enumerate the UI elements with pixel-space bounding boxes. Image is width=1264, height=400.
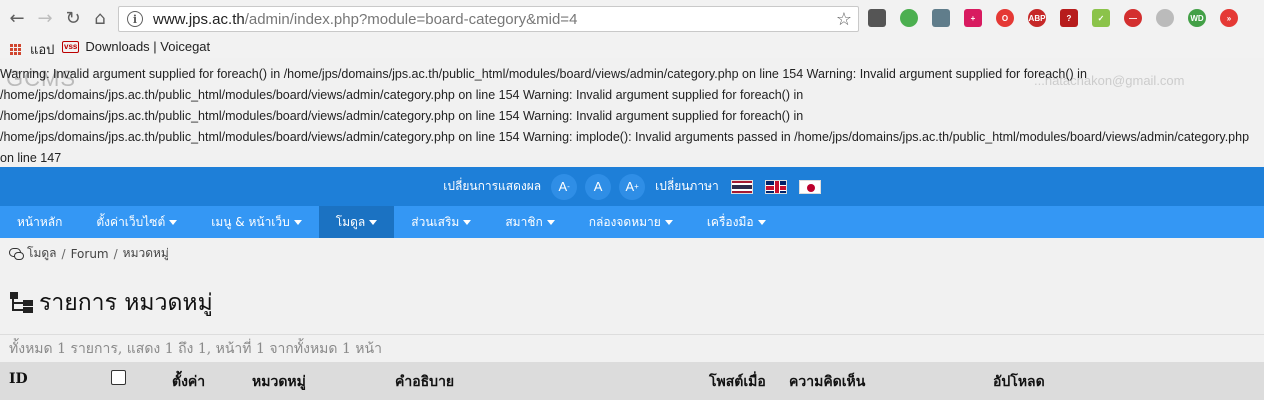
- privacy-shield-icon[interactable]: ?: [1060, 9, 1078, 27]
- info-icon[interactable]: i: [127, 11, 143, 27]
- back-arrow-icon[interactable]: ←: [6, 8, 28, 30]
- font-smaller-button[interactable]: A-: [551, 173, 578, 200]
- caret-down-icon: [293, 219, 302, 225]
- forward-extension-icon[interactable]: »: [1220, 9, 1238, 27]
- home-icon[interactable]: ⌂: [89, 8, 111, 30]
- url-path: /admin/index.php?module=board-category&m…: [244, 10, 578, 28]
- caret-down-icon: [169, 219, 178, 225]
- browser-toolbar: ← → ↻ ⌂ i www.jps.ac.th/admin/index.php?…: [0, 0, 1264, 38]
- font-larger-button[interactable]: A +: [619, 173, 646, 200]
- reload-icon[interactable]: ↻: [62, 8, 84, 30]
- apps-grid-icon: [10, 43, 22, 56]
- breadcrumb: โมดูล / Forum / หมวดหมู่: [9, 244, 169, 263]
- japan-flag-icon[interactable]: [798, 179, 821, 194]
- menu-item-site-settings[interactable]: ตั้งค่าเว็บไซต์: [79, 206, 194, 238]
- menu-item-tools[interactable]: เครื่องมือ: [690, 206, 783, 238]
- font-normal-button[interactable]: A: [585, 173, 612, 200]
- php-warning: Warning: Invalid argument supplied for f…: [0, 67, 1250, 165]
- table-summary: ทั้งหมด 1 รายการ, แสดง 1 ถึง 1, หน้าที่ …: [0, 334, 1264, 363]
- address-bar[interactable]: i www.jps.ac.th/admin/index.php?module=b…: [118, 6, 859, 32]
- bookmark-apps[interactable]: แอป: [10, 39, 54, 60]
- bug-extension-icon[interactable]: [868, 9, 886, 27]
- menu-item-members[interactable]: สมาชิก: [488, 206, 571, 238]
- bookmark-star-icon[interactable]: ☆: [836, 9, 852, 30]
- breadcrumb-item-forum[interactable]: Forum: [71, 247, 109, 261]
- check-shield-icon[interactable]: ✓: [1092, 9, 1110, 27]
- url-text[interactable]: www.jps.ac.th/admin/index.php?module=boa…: [153, 11, 577, 28]
- wd-extension-icon[interactable]: WD: [1188, 9, 1206, 27]
- page-title: รายการ หมวดหมู่: [9, 285, 213, 321]
- column-upload[interactable]: อัปโหลด: [993, 371, 1045, 393]
- bookmark-label: Downloads | Voicegat: [85, 39, 211, 54]
- breadcrumb-item-category: หมวดหมู่: [122, 246, 169, 260]
- sitemap-icon: [10, 292, 33, 313]
- caret-down-icon: [546, 219, 555, 225]
- display-settings-bar: เปลี่ยนการแสดงผล A- A A + เปลี่ยนภาษา: [0, 167, 1264, 206]
- stop-sign-icon[interactable]: —: [1124, 9, 1142, 27]
- forum-icon: [9, 247, 24, 260]
- column-id[interactable]: ID: [9, 371, 28, 387]
- bookmarks-bar: แอป vss Downloads | Voicegat: [0, 38, 1264, 58]
- caret-down-icon: [369, 219, 378, 225]
- table-header: ID ตั้งค่า หมวดหมู่ คำอธิบาย โพสต์เมื่อ …: [0, 362, 1264, 400]
- thai-flag-icon[interactable]: [730, 179, 753, 194]
- menu-item-menus-pages[interactable]: เมนู & หน้าเว็บ: [194, 206, 319, 238]
- vss-icon: vss: [62, 40, 80, 53]
- bookmark-label: แอป: [30, 42, 55, 57]
- menu-item-mailbox[interactable]: กล่องจดหมาย: [572, 206, 690, 238]
- caret-down-icon: [757, 219, 766, 225]
- column-settings: ตั้งค่า: [172, 374, 206, 390]
- menu-item-addons[interactable]: ส่วนเสริม: [394, 206, 488, 238]
- select-all-checkbox[interactable]: [111, 370, 126, 385]
- forward-arrow-icon[interactable]: →: [34, 8, 56, 30]
- menu-item-home[interactable]: หน้าหลัก: [0, 206, 79, 238]
- green-extension-icon[interactable]: [900, 9, 918, 27]
- breadcrumb-item-modules[interactable]: โมดูล: [27, 244, 57, 263]
- display-label: เปลี่ยนการแสดงผล: [443, 179, 542, 193]
- adblock-plus-icon[interactable]: ABP: [1028, 9, 1046, 27]
- bookmark-downloads[interactable]: vss Downloads | Voicegat: [62, 39, 210, 54]
- opera-extension-icon[interactable]: O: [996, 9, 1014, 27]
- page-title-text: รายการ หมวดหมู่: [39, 290, 213, 316]
- menu-item-modules[interactable]: โมดูล: [318, 206, 395, 238]
- column-posted[interactable]: โพสต์เมื่อ: [709, 371, 766, 393]
- column-category[interactable]: หมวดหมู่: [252, 371, 306, 393]
- url-host: www.jps.ac.th: [153, 10, 245, 28]
- column-description: คำอธิบาย: [395, 374, 455, 390]
- main-menu: หน้าหลัก ตั้งค่าเว็บไซต์ เมนู & หน้าเว็บ…: [0, 206, 1264, 238]
- shield-extension-icon[interactable]: [932, 9, 950, 27]
- page: GCMS ...hatachakon@gmail.com Warning: In…: [0, 58, 1264, 400]
- plus-extension-icon[interactable]: +: [964, 9, 982, 27]
- link-extension-icon[interactable]: [1156, 9, 1174, 27]
- caret-down-icon: [463, 219, 472, 225]
- caret-down-icon: [664, 219, 673, 225]
- uk-flag-icon[interactable]: [764, 179, 787, 194]
- language-label: เปลี่ยนภาษา: [655, 179, 719, 193]
- column-comments[interactable]: ความคิดเห็น: [789, 371, 865, 393]
